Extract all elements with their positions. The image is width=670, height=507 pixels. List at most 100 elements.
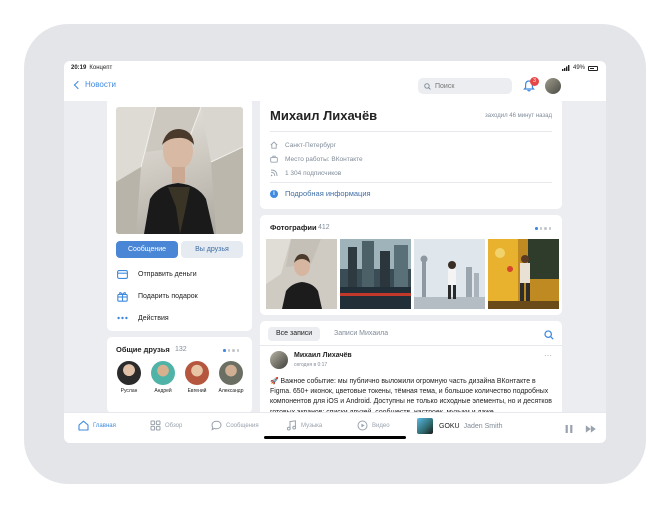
notifications-button[interactable]: 3	[522, 77, 539, 93]
photos-count: 412	[318, 224, 330, 231]
city-text: Санкт-Петербург	[285, 141, 336, 149]
profile-card: Сообщение Вы друзья Отправить деньги Под…	[107, 98, 252, 331]
status-carrier: Концепт	[89, 65, 113, 71]
followers-text: 1 304 подписчиков	[285, 169, 342, 177]
avatar[interactable]	[545, 78, 561, 94]
friend-name: Андрей	[154, 388, 172, 394]
friend-item[interactable]: Евгений	[180, 361, 214, 394]
friend-item[interactable]: Руслан	[112, 361, 146, 394]
more-dots-icon	[116, 312, 128, 324]
status-time: 20:19	[71, 65, 87, 71]
home-icon	[78, 420, 89, 431]
tab-home[interactable]: Главная	[78, 420, 116, 431]
message-button[interactable]: Сообщение	[116, 241, 178, 258]
photo-thumb[interactable]	[488, 239, 559, 309]
briefcase-icon	[270, 155, 278, 163]
friend-name: Евгений	[187, 388, 207, 394]
friend-avatar	[117, 361, 141, 385]
home-icon	[270, 141, 278, 149]
tab-all-posts[interactable]: Все записи	[268, 327, 321, 341]
search-input[interactable]	[435, 82, 505, 90]
pause-button[interactable]	[564, 421, 574, 439]
gift-icon	[116, 290, 128, 302]
friend-item[interactable]: Александр	[214, 361, 248, 394]
search-icon	[424, 82, 431, 90]
city-row: Санкт-Петербург	[270, 140, 336, 150]
mini-player[interactable]: GOKU Jaden Smith	[417, 418, 503, 434]
grid-icon	[150, 420, 161, 431]
tab-owner-posts[interactable]: Записи Михаила	[326, 327, 396, 341]
wall-search-button[interactable]	[544, 327, 554, 345]
tab-home-label: Главная	[93, 422, 116, 429]
profile-name: Михаил Лихачёв	[270, 108, 378, 123]
more-info-link[interactable]: i Подробная информация	[270, 189, 371, 198]
tab-video-label: Видео	[372, 422, 390, 429]
tab-messages-label: Сообщения	[226, 422, 259, 429]
carousel-dots	[223, 349, 239, 352]
divider	[270, 131, 552, 132]
album-cover	[417, 418, 433, 434]
play-circle-icon	[357, 420, 368, 431]
chat-bubble-icon	[211, 420, 222, 431]
profile-photo	[116, 107, 243, 234]
tab-video[interactable]: Видео	[357, 420, 390, 431]
home-indicator	[264, 436, 406, 439]
battery-icon	[588, 65, 598, 71]
photo-thumb[interactable]	[266, 239, 337, 309]
profile-info-card: Михаил Лихачёв заходил 46 минут назад Са…	[260, 98, 562, 209]
search-field[interactable]	[418, 78, 512, 94]
work-row: Место работы: ВКонтакте	[270, 154, 363, 164]
credit-card-icon	[116, 268, 128, 280]
friend-name: Руслан	[120, 388, 138, 394]
post-time: сегодня в 0:17	[294, 362, 328, 368]
pause-icon	[565, 425, 573, 433]
last-seen: заходил 46 минут назад	[485, 113, 552, 119]
back-button[interactable]: Новости	[73, 80, 116, 89]
post-author[interactable]: Михаил Лихачёв	[294, 352, 352, 359]
divider	[260, 345, 562, 346]
divider	[270, 182, 552, 183]
photo-thumb[interactable]	[340, 239, 411, 309]
more-info-label: Подробная информация	[285, 189, 371, 198]
friend-avatar	[219, 361, 243, 385]
send-gift-label: Подарить подарок	[138, 292, 198, 300]
skip-forward-icon	[585, 425, 596, 433]
photo-thumb[interactable]	[414, 239, 485, 309]
work-text: Место работы: ВКонтакте	[285, 155, 363, 163]
mutual-friends-card: Общие друзья 132 Руслан Андрей Евгений А…	[107, 337, 252, 413]
tab-discover-label: Обзор	[165, 422, 183, 429]
back-label: Новости	[85, 80, 116, 89]
post-author-avatar[interactable]	[270, 351, 288, 369]
more-actions[interactable]: Действия	[116, 310, 169, 326]
next-track-button[interactable]	[585, 421, 597, 439]
signal-icon	[561, 65, 570, 71]
carousel-dots	[535, 227, 551, 230]
send-money-label: Отправить деньги	[138, 270, 197, 278]
followers-row: 1 304 подписчиков	[270, 168, 341, 178]
more-actions-label: Действия	[138, 314, 169, 322]
friends-status-button[interactable]: Вы друзья	[181, 241, 243, 258]
photos-title: Фотографии	[270, 223, 317, 232]
photos-card: Фотографии 412	[260, 215, 562, 315]
tab-music[interactable]: Музыка	[286, 420, 322, 431]
friend-avatar	[185, 361, 209, 385]
send-gift-action[interactable]: Подарить подарок	[116, 288, 198, 304]
track-artist: Jaden Smith	[463, 422, 503, 430]
post-menu-button[interactable]: ···	[544, 351, 552, 360]
tab-messages[interactable]: Сообщения	[211, 420, 259, 431]
tab-discover[interactable]: Обзор	[150, 420, 182, 431]
friend-item[interactable]: Андрей	[146, 361, 180, 394]
send-money-action[interactable]: Отправить деньги	[116, 266, 197, 282]
track-title: GOKU	[439, 422, 460, 430]
app-screen: 20:19Концепт 49% Новости 3	[64, 61, 606, 443]
music-note-icon	[286, 420, 297, 431]
mutual-friends-title: Общие друзья	[116, 345, 170, 354]
battery-percent: 49%	[572, 65, 585, 71]
search-icon	[544, 330, 554, 340]
tab-music-label: Музыка	[301, 422, 323, 429]
info-icon: i	[270, 189, 278, 198]
status-bar: 20:19 Концепт 49%	[64, 61, 606, 75]
friend-name: Александр	[218, 388, 244, 394]
rss-icon	[270, 169, 278, 177]
notification-badge: 3	[530, 77, 539, 86]
